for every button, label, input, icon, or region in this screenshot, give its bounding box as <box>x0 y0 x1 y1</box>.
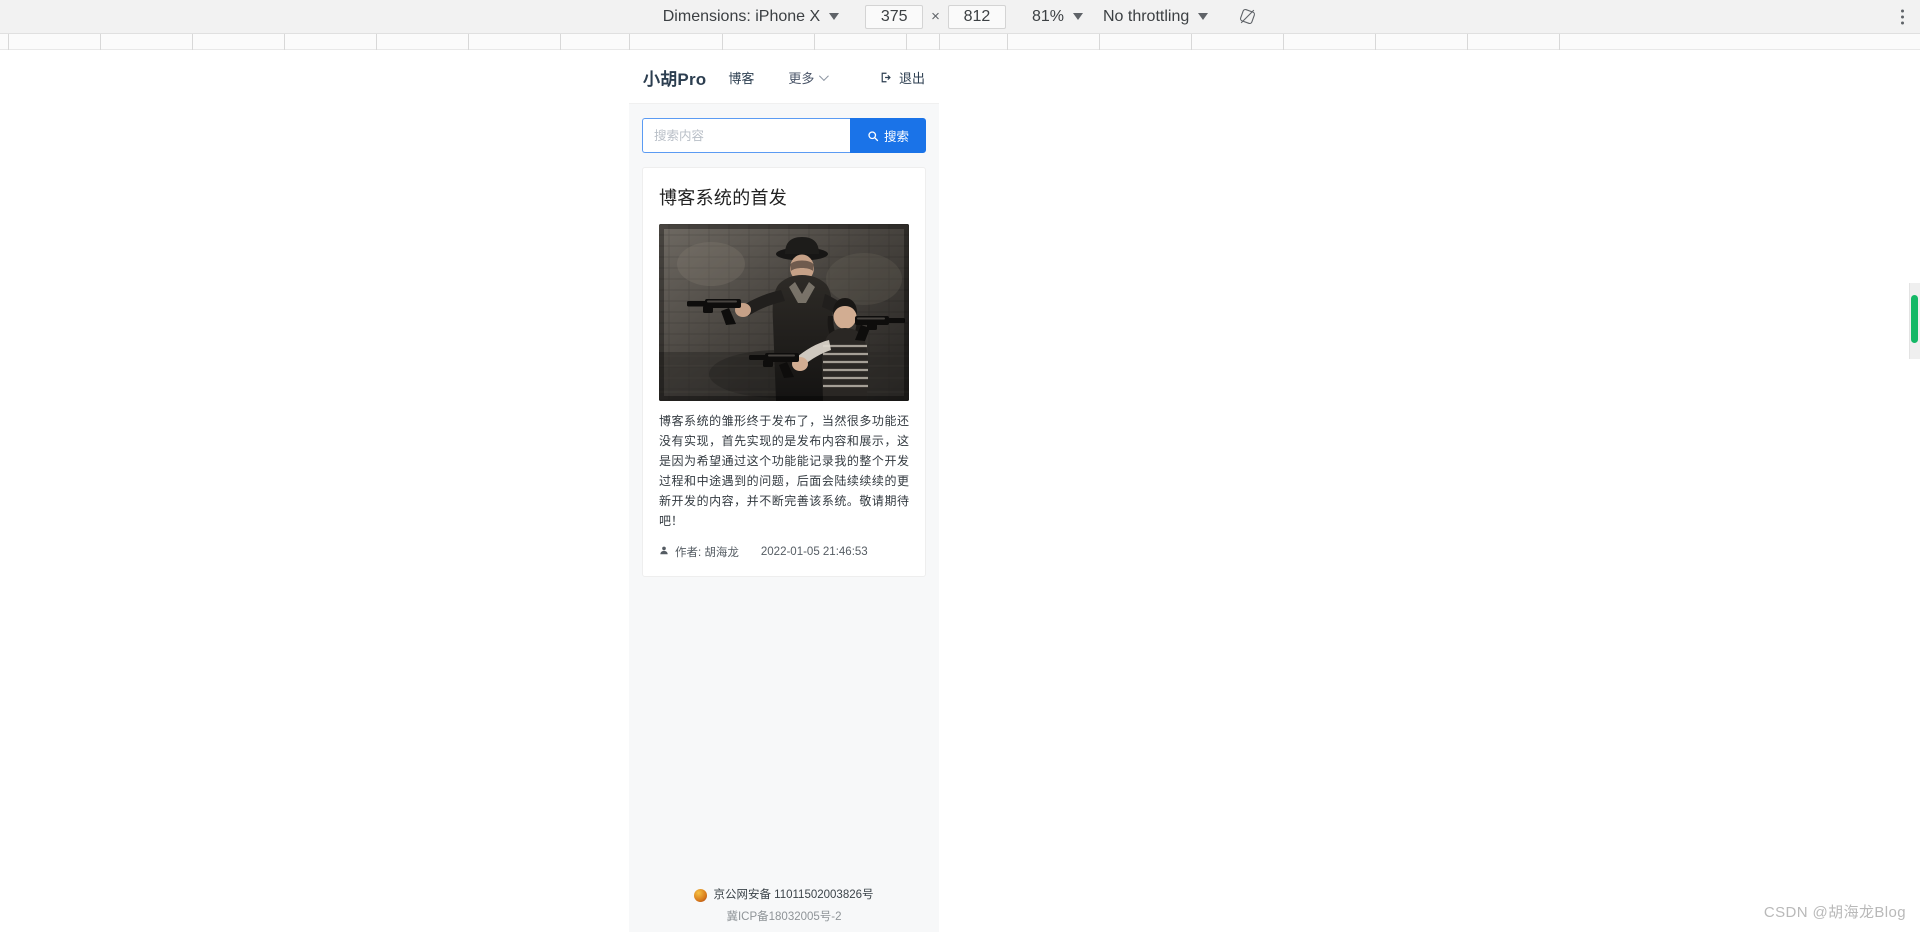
beian-police-line[interactable]: 京公网安备 11011502003826号 <box>629 884 939 906</box>
chevron-down-icon <box>829 13 840 20</box>
rotate-icon[interactable] <box>1238 7 1257 26</box>
police-badge-icon <box>694 888 708 902</box>
site-brand[interactable]: 小胡Pro <box>643 65 706 90</box>
beian-icp-text: 冀ICP备18032005号-2 <box>726 911 842 923</box>
site-navbar: 小胡Pro 博客 更多 退出 <box>629 51 939 104</box>
article-body: 博客系统的雏形终于发布了，当然很多功能还没有实现，首先实现的是发布内容和展示，这… <box>659 414 909 528</box>
devtools-stage: 小胡Pro 博客 更多 退出 搜索内容 搜索 博客系统的首发 博客系统的雏形终于… <box>0 51 1920 932</box>
zoom-level-label: 81% <box>1031 7 1064 25</box>
viewport-height-input[interactable] <box>947 4 1006 29</box>
logout-icon <box>880 71 893 84</box>
devtools-device-toolbar: Dimensions: iPhone X × 81% No throttling <box>0 0 1920 34</box>
logout-label: 退出 <box>898 70 925 86</box>
search-input[interactable] <box>642 118 850 153</box>
search-button-label: 搜索 <box>883 130 909 144</box>
nav-more-label: 更多 <box>788 70 815 86</box>
watermark: CSDN @胡海龙Blog <box>1763 904 1906 921</box>
chevron-down-icon <box>1072 13 1083 20</box>
more-vertical-icon <box>1901 9 1904 12</box>
nav-item-blog[interactable]: 博客 <box>728 68 754 87</box>
author-icon <box>659 545 669 559</box>
beian-icp-line[interactable]: 冀ICP备18032005号-2 <box>629 906 939 928</box>
article-meta: 作者: 胡海龙 2022-01-05 21:46:53 <box>659 544 909 560</box>
article-title[interactable]: 博客系统的首发 <box>659 184 909 210</box>
page-scrollbar-thumb[interactable] <box>1911 295 1918 343</box>
site-footer: 京公网安备 11011502003826号 冀ICP备18032005号-2 <box>629 884 939 932</box>
throttling-label: No throttling <box>1102 7 1190 25</box>
search-button[interactable]: 搜索 <box>850 118 926 153</box>
dimensions-separator: × <box>931 8 940 25</box>
beian-police-text: 京公网安备 11011502003826号 <box>713 889 874 901</box>
more-vertical-icon <box>1901 15 1904 18</box>
dimensions-label: Dimensions: iPhone X <box>662 7 821 25</box>
viewport-ruler <box>0 34 1920 50</box>
more-vertical-icon <box>1901 21 1904 24</box>
devtools-more-menu[interactable] <box>1901 9 1904 24</box>
article-author: 作者: 胡海龙 <box>675 547 739 559</box>
article-cover-image <box>659 224 909 401</box>
article-card[interactable]: 博客系统的首发 博客系统的雏形终于发布了，当然很多功能还没有实现，首先实现的是发… <box>642 167 926 577</box>
logout-button[interactable]: 退出 <box>880 68 925 87</box>
nav-item-more[interactable]: 更多 <box>788 68 830 87</box>
article-date: 2022-01-05 21:46:53 <box>760 546 868 558</box>
viewport-width-input[interactable] <box>865 4 924 29</box>
dimensions-selector[interactable]: Dimensions: iPhone X <box>662 7 840 26</box>
device-viewport: 小胡Pro 博客 更多 退出 搜索内容 搜索 博客系统的首发 博客系统的雏形终于… <box>629 51 939 932</box>
throttling-selector[interactable]: No throttling <box>1102 7 1209 26</box>
search-icon <box>868 130 879 141</box>
search-bar: 搜索 <box>642 118 926 153</box>
chevron-down-icon <box>1198 13 1209 20</box>
chevron-down-icon <box>819 70 830 81</box>
zoom-selector[interactable]: 81% <box>1032 8 1083 26</box>
